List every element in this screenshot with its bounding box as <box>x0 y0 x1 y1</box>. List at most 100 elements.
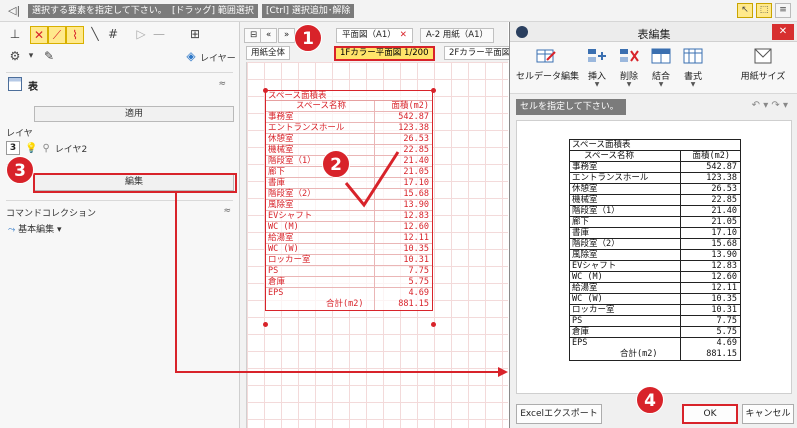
insert-button[interactable]: 挿入 ▼ <box>582 46 612 88</box>
dash-icon[interactable]: — <box>150 26 168 42</box>
grid-table-total[interactable]: 合計(m2) 881.15 <box>570 349 740 360</box>
cancel-button[interactable]: キャンセル <box>742 404 794 424</box>
drawing-canvas[interactable]: スペース面積表 スペース名称 面積(m2) 事務室 542.87 エントランスホール… <box>246 62 508 428</box>
bulb-icon[interactable]: 💡 <box>25 143 37 154</box>
table-preview[interactable]: スペース面積表 スペース名称 面積(m2) 事務室 542.87 エントランスホール… <box>516 120 792 394</box>
tab-plan[interactable]: 平面図（A1） ✕ <box>336 28 413 43</box>
table-row[interactable]: 休憩室 26.53 <box>570 184 740 195</box>
chevron-down-icon: ▼ <box>690 81 696 88</box>
basic-edit-menu[interactable]: ⤳ 基本編集 ▾ <box>8 222 62 235</box>
insert-icon <box>586 46 608 66</box>
grid-table-title[interactable]: スペース面積表 <box>570 140 740 151</box>
space-name: 事務室 <box>268 112 294 122</box>
table-row: 給湯室 12.11 <box>266 233 432 244</box>
table-row[interactable]: ロッカー室 10.31 <box>570 305 740 316</box>
space-name: WC (W) <box>572 294 603 304</box>
range-select-icon[interactable]: ⬚ <box>756 3 772 18</box>
hint-drag: [ドラッグ] 範囲選択 <box>168 4 258 18</box>
chevron-down-icon: ▼ <box>658 81 664 88</box>
table-row[interactable]: エントランスホール 123.38 <box>570 173 740 184</box>
top-right-tools: ↖ ⬚ ≡ <box>737 3 791 18</box>
pencil-icon[interactable]: ✎ <box>40 48 58 64</box>
space-name: WC (M) <box>572 272 603 282</box>
polyline-select-icon[interactable]: ⌇ <box>66 26 84 44</box>
space-area: 10.31 <box>403 255 429 265</box>
table-row[interactable]: PS 7.75 <box>570 316 740 327</box>
format-button[interactable]: 書式 ▼ <box>678 46 708 88</box>
table-row[interactable]: 階段室（1） 21.40 <box>570 206 740 217</box>
layer-row[interactable]: 3 💡 ⚲ レイヤ2 <box>6 140 87 156</box>
layer-icon[interactable]: ◈ <box>182 48 200 64</box>
table-row: 休憩室 26.53 <box>266 134 432 145</box>
undo-redo-icons[interactable]: ↶ ▾ ↷ ▾ <box>752 100 788 111</box>
hint-bar: ◁| 選択する要素を指定して下さい。 [ドラッグ] 範囲選択 [Ctrl] 選択… <box>0 0 797 22</box>
collapse-icon[interactable]: ≈ <box>223 206 231 216</box>
selection-handle[interactable] <box>263 88 268 93</box>
excel-export-button[interactable]: Excelエクスポート <box>516 404 602 424</box>
table-row[interactable]: 機械室 22.85 <box>570 195 740 206</box>
grid-icon[interactable]: # <box>104 26 122 42</box>
close-icon[interactable]: ✕ <box>772 24 794 40</box>
paper-size-button[interactable]: 用紙サイズ <box>732 46 794 82</box>
table-row[interactable]: 事務室 542.87 <box>570 162 740 173</box>
arrow-right-icon[interactable]: ▷ <box>132 26 150 42</box>
table-row[interactable]: 倉庫 5.75 <box>570 327 740 338</box>
table-row: 倉庫 5.75 <box>266 277 432 288</box>
tab-next-icon[interactable]: » <box>278 28 296 43</box>
subtab-2f-plan[interactable]: 2Fカラー平面図 <box>444 46 516 60</box>
chevron-down-icon[interactable]: ▾ <box>22 48 40 64</box>
apply-button[interactable]: 適用 <box>34 106 234 122</box>
space-area: 21.40 <box>403 156 429 166</box>
table-row[interactable]: 書庫 17.10 <box>570 228 740 239</box>
close-icon[interactable]: ✕ <box>400 30 407 40</box>
tab-prev-icon[interactable]: « <box>260 28 278 43</box>
space-area: 26.53 <box>711 184 737 194</box>
visibility-icon[interactable]: ⚲ <box>42 143 49 154</box>
layer-number[interactable]: 3 <box>6 141 20 155</box>
space-area: 7.75 <box>716 316 737 326</box>
cad-area-table[interactable]: スペース面積表 スペース名称 面積(m2) 事務室 542.87 エントランスホール… <box>265 90 433 311</box>
editable-area-table[interactable]: スペース面積表 スペース名称 面積(m2) 事務室 542.87 エントランスホール… <box>569 139 741 361</box>
table-row[interactable]: 階段室（2） 15.68 <box>570 239 740 250</box>
collapse-icon[interactable]: ≈ <box>218 79 226 89</box>
table-row[interactable]: 廊下 21.05 <box>570 217 740 228</box>
cell-edit-button[interactable]: セルデータ編集 <box>516 46 579 82</box>
space-area: 123.38 <box>398 123 429 133</box>
line-select-icon[interactable]: ⟋ <box>48 26 66 44</box>
view-filter-icon[interactable]: ⊞ <box>186 26 204 42</box>
options-icon[interactable]: ≡ <box>775 3 791 18</box>
cross-select-icon[interactable]: ✕ <box>30 26 48 44</box>
space-area: 12.83 <box>403 211 429 221</box>
cad-table-header: スペース名称 面積(m2) <box>266 101 432 112</box>
delete-button[interactable]: 削除 ▼ <box>614 46 644 88</box>
space-name: 階段室（1） <box>572 206 620 216</box>
tab-sheet[interactable]: A-2 用紙（A1） <box>420 28 495 43</box>
step-badge-1: 1 <box>294 24 322 52</box>
space-name: PS <box>572 316 583 326</box>
ok-button[interactable]: OK <box>682 404 738 424</box>
space-name: WC (M) <box>268 222 299 232</box>
total-value: 881.15 <box>398 299 429 309</box>
subtab-whole-sheet[interactable]: 用紙全体 <box>246 46 291 60</box>
back-arrow-icon[interactable]: ◁| <box>8 4 20 17</box>
cad-table-total: 合計(m2) 881.15 <box>266 299 432 310</box>
pin-icon[interactable]: ⊥ <box>6 26 24 42</box>
table-row[interactable]: 風除室 13.90 <box>570 250 740 261</box>
table-row[interactable]: WC (W) 10.35 <box>570 294 740 305</box>
merge-button[interactable]: 結合 ▼ <box>646 46 676 88</box>
layer-button-label[interactable]: レイヤー <box>200 51 236 64</box>
selection-handle[interactable] <box>431 322 436 327</box>
selection-handle[interactable] <box>431 88 436 93</box>
table-row[interactable]: EPS 4.69 <box>570 338 740 349</box>
subtab-1f-plan[interactable]: 1Fカラー平面図 1/200 <box>334 46 435 61</box>
slash-icon[interactable]: ╲ <box>86 26 104 42</box>
cell-edit-icon <box>535 46 557 66</box>
grid-table-header[interactable]: スペース名称 面積(m2) <box>570 151 740 162</box>
basic-edit-label: 基本編集 <box>18 225 55 235</box>
layer-name[interactable]: レイヤ2 <box>55 142 87 155</box>
table-row[interactable]: EVシャフト 12.83 <box>570 261 740 272</box>
selection-handle[interactable] <box>263 322 268 327</box>
table-row[interactable]: WC (M) 12.60 <box>570 272 740 283</box>
select-cursor-icon[interactable]: ↖ <box>737 3 753 18</box>
table-row[interactable]: 給湯室 12.11 <box>570 283 740 294</box>
